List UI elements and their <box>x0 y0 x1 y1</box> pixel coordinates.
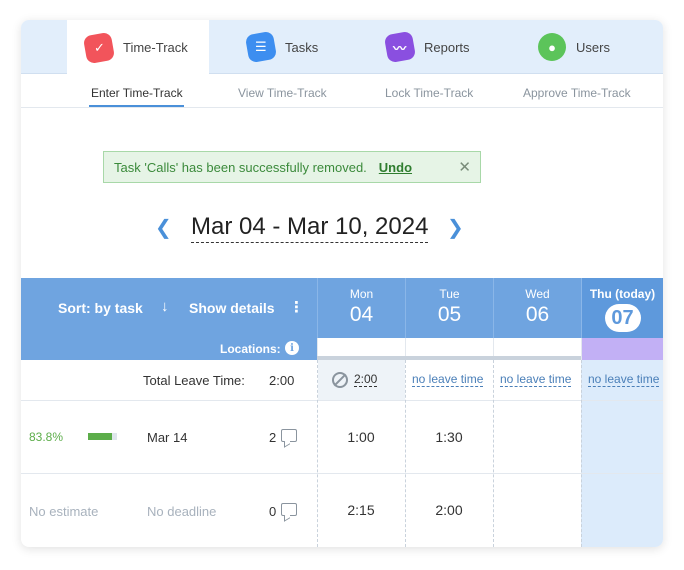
undo-link[interactable]: Undo <box>379 160 412 175</box>
total-leave-label: Total Leave Time: <box>143 373 245 388</box>
day-header-thu-today: Thu (today) 07 <box>581 278 663 338</box>
day-header-wed: Wed 06 <box>493 278 581 338</box>
location-strip-thu <box>581 338 663 360</box>
column-divider <box>581 360 582 547</box>
chart-icon: 〰 <box>383 30 417 64</box>
comment-count: 2 <box>269 430 277 445</box>
user-icon: ● <box>535 30 569 64</box>
time-cell-mon[interactable]: 2:15 <box>318 502 404 518</box>
day-header-mon: Mon 04 <box>317 278 405 338</box>
progress-fill <box>88 433 113 440</box>
tab-label: Users <box>576 39 610 55</box>
estimate-percentage: 83.8% <box>29 430 64 444</box>
tab-reports[interactable]: 〰 Reports <box>383 20 470 74</box>
deadline: Mar 14 <box>147 430 188 445</box>
sort-by-task-button[interactable]: Sort: by task <box>58 300 143 316</box>
time-cell-tue[interactable]: 1:30 <box>406 429 492 445</box>
subtab-approve-time-track[interactable]: Approve Time-Track <box>523 86 631 100</box>
column-divider <box>317 360 318 547</box>
sub-navigation: Enter Time-Track View Time-Track Lock Ti… <box>21 74 663 108</box>
active-subtab-indicator <box>89 105 184 107</box>
day-name: Mon <box>349 287 374 301</box>
day-number: 05 <box>437 303 462 326</box>
estimate-label: No estimate <box>29 504 99 519</box>
comment-icon[interactable] <box>281 503 297 516</box>
week-navigator: ❮ Mar 04 - Mar 10, 2024 ❯ <box>21 212 663 246</box>
time-cell-mon[interactable]: 1:00 <box>318 429 404 445</box>
comment-count: 0 <box>269 504 277 519</box>
leave-time-wed[interactable]: no leave time <box>500 372 572 387</box>
column-divider <box>493 360 494 547</box>
week-range-label[interactable]: Mar 04 - Mar 10, 2024 <box>191 213 429 243</box>
subtab-lock-time-track[interactable]: Lock Time-Track <box>385 86 473 100</box>
day-number: 04 <box>349 303 374 326</box>
tab-tasks[interactable]: ☰ Tasks <box>244 20 319 74</box>
day-number: 06 <box>525 303 550 326</box>
tab-label: Time-Track <box>123 40 188 55</box>
day-name: Wed <box>525 287 550 301</box>
tab-label: Reports <box>424 39 470 55</box>
time-cell-tue[interactable]: 2:00 <box>406 502 492 518</box>
column-divider <box>405 360 406 547</box>
show-details-button[interactable]: Show details <box>189 300 275 316</box>
tab-users[interactable]: ● Users <box>535 20 610 74</box>
day-name: Tue <box>439 287 460 301</box>
timetrack-card: ✓ Time-Track ☰ Tasks 〰 Reports ● Users E… <box>21 20 663 547</box>
blocked-icon <box>332 372 348 388</box>
success-toast: Task 'Calls' has been successfully remov… <box>103 151 481 183</box>
checkmark-icon: ✓ <box>82 31 116 64</box>
chevron-left-icon[interactable]: ❮ <box>155 215 172 240</box>
leave-time-thu[interactable]: no leave time <box>588 372 660 387</box>
sort-arrow-icon[interactable]: ↓ <box>161 298 169 315</box>
tab-label: Tasks <box>285 39 319 55</box>
locations-label: Locations: <box>220 342 281 356</box>
today-badge: 07 <box>604 304 641 332</box>
tab-time-track[interactable]: ✓ Time-Track <box>67 20 209 75</box>
list-icon: ☰ <box>244 30 278 64</box>
day-header-tue: Tue 05 <box>405 278 493 338</box>
more-menu-icon[interactable]: ⋮ <box>289 298 304 316</box>
leave-time-tue[interactable]: no leave time <box>412 372 484 387</box>
subtab-view-time-track[interactable]: View Time-Track <box>238 86 327 100</box>
total-leave-value: 2:00 <box>269 373 295 388</box>
top-tab-bar: ✓ Time-Track ☰ Tasks 〰 Reports ● Users <box>21 20 663 75</box>
toast-message: Task 'Calls' has been successfully remov… <box>114 159 367 175</box>
leave-time-mon[interactable]: 2:00 <box>354 372 378 387</box>
day-name: Thu (today) <box>589 287 656 301</box>
info-icon[interactable]: i <box>285 341 299 355</box>
estimate-progress-bar <box>88 433 117 440</box>
comment-icon[interactable] <box>281 429 297 442</box>
chevron-right-icon[interactable]: ❯ <box>447 215 464 240</box>
close-icon[interactable]: ✕ <box>458 158 471 176</box>
subtab-enter-time-track[interactable]: Enter Time-Track <box>91 86 183 100</box>
deadline: No deadline <box>147 504 217 519</box>
grid-header-controls: Sort: by task ↓ Show details ⋮ Locations… <box>21 278 317 360</box>
